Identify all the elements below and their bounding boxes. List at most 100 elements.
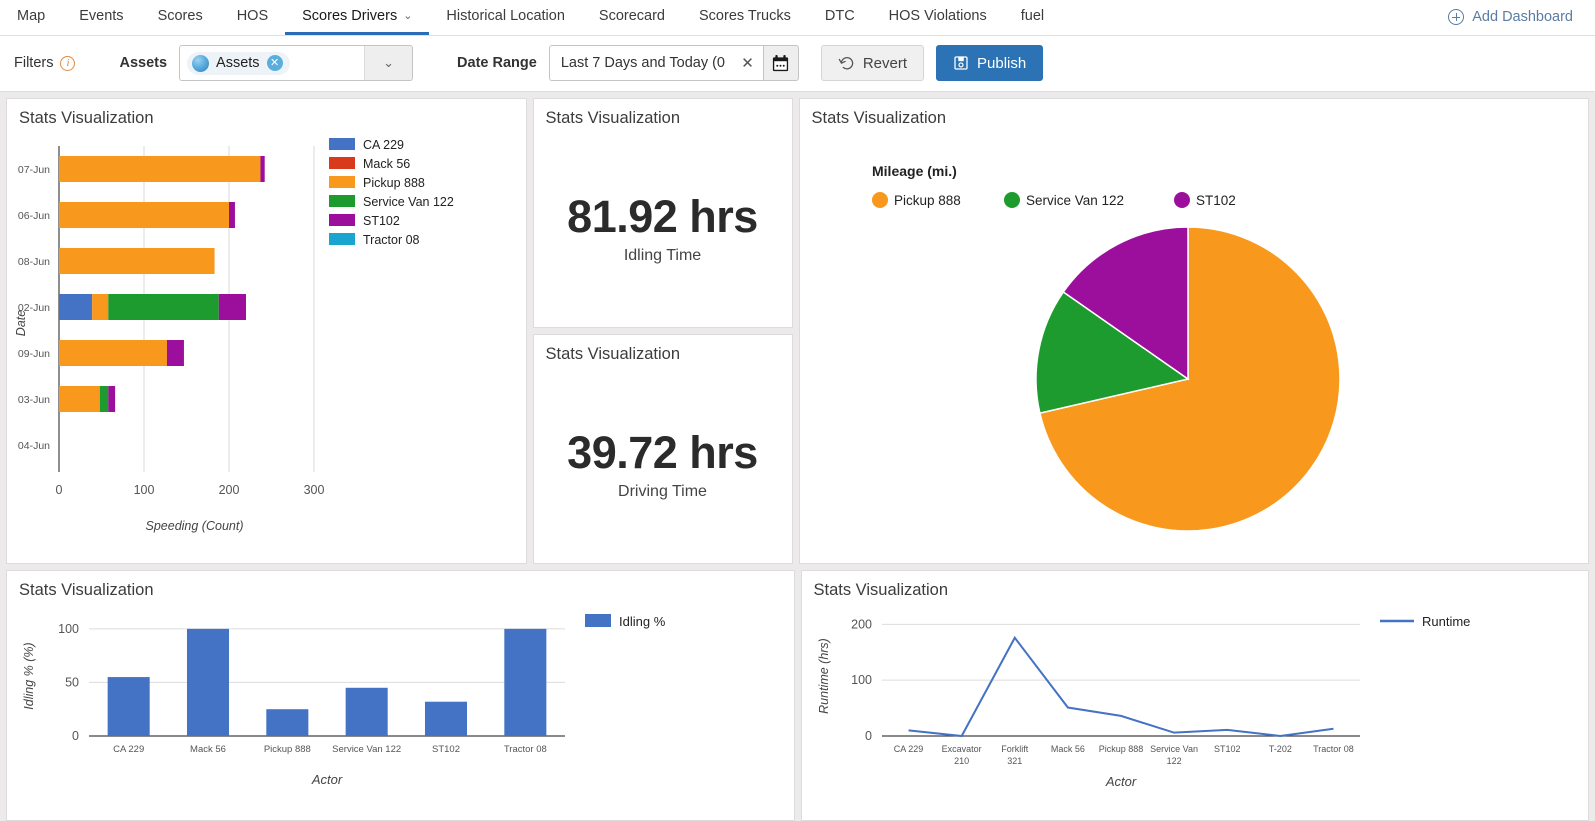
y-tick-label: 200 xyxy=(851,617,872,631)
plus-circle-icon xyxy=(1448,9,1465,26)
nav-tab-scorecard[interactable]: Scorecard xyxy=(582,0,682,35)
filters-label-group: Filters i xyxy=(14,55,76,71)
x-tick-label: Mack 56 xyxy=(1050,744,1084,754)
legend-swatch[interactable] xyxy=(329,176,355,188)
card-title: Stats Visualization xyxy=(19,109,154,127)
x-tick-label: Tractor 08 xyxy=(504,744,547,755)
y-axis-label: Idling % (%) xyxy=(22,642,36,709)
bar-segment[interactable] xyxy=(229,202,235,228)
clear-date-icon[interactable]: ✕ xyxy=(738,54,757,72)
nav-tab-map[interactable]: Map xyxy=(0,0,62,35)
legend-dot[interactable] xyxy=(871,192,888,208)
y-tick-label: 06-Jun xyxy=(18,210,50,222)
bar-segment[interactable] xyxy=(59,294,93,320)
bar[interactable] xyxy=(424,701,468,736)
nav-tab-events[interactable]: Events xyxy=(62,0,140,35)
nav-tab-historical-location[interactable]: Historical Location xyxy=(429,0,581,35)
legend-swatch[interactable] xyxy=(329,214,355,226)
x-tick-label: Forklift xyxy=(1001,744,1028,754)
bar-segment[interactable] xyxy=(260,156,265,182)
calendar-button[interactable] xyxy=(762,45,799,82)
revert-label: Revert xyxy=(862,54,908,72)
bar-segment[interactable] xyxy=(59,156,261,182)
bar-segment[interactable] xyxy=(59,248,215,274)
publish-button[interactable]: Publish xyxy=(936,45,1044,82)
assets-select[interactable]: Assets ✕ ⌄ xyxy=(179,45,414,82)
assets-filter-label: Assets xyxy=(119,55,168,72)
bar-segment[interactable] xyxy=(59,340,167,366)
filter-bar: Filters i Assets Assets ✕ ⌄ Date Range L… xyxy=(0,35,1595,92)
revert-button[interactable]: Revert xyxy=(820,45,925,82)
nav-tab-hos-violations[interactable]: HOS Violations xyxy=(872,0,1004,35)
card-idling-percent: Stats Visualization 0 50 100 CA 229 Mack 56 P… xyxy=(6,570,795,821)
remove-chip-icon[interactable]: ✕ xyxy=(266,55,283,72)
y-tick-label: 0 xyxy=(72,729,79,743)
card-runtime-line: Stats Visualization 0 100 200 CA 229 Excavat… xyxy=(800,570,1589,821)
x-tick-label: ST102 xyxy=(432,744,460,755)
publish-label: Publish xyxy=(977,54,1027,72)
bar-segment[interactable] xyxy=(99,386,109,412)
x-tick-label: Service Van 122 xyxy=(332,744,401,755)
info-icon[interactable]: i xyxy=(60,55,76,71)
date-range-label: Date Range xyxy=(457,55,537,72)
legend-swatch[interactable] xyxy=(585,614,611,627)
card-title: Stats Visualization xyxy=(813,581,949,599)
nav-tab-label: fuel xyxy=(1020,7,1045,24)
driving-time-label: Driving Time xyxy=(618,482,707,500)
pie-legend-title: Mileage (mi.) xyxy=(872,163,957,179)
bar[interactable] xyxy=(107,677,150,736)
legend-label: ST102 xyxy=(363,214,400,228)
legend-label: Service Van 122 xyxy=(1026,193,1124,208)
x-tick-label: 300 xyxy=(304,483,325,497)
legend-swatch[interactable] xyxy=(329,195,355,207)
bar-segment[interactable] xyxy=(166,340,184,366)
x-tick-label: Mack 56 xyxy=(190,744,226,755)
nav-tab-dtc[interactable]: DTC xyxy=(808,0,872,35)
nav-tab-scores-trucks[interactable]: Scores Trucks xyxy=(682,0,808,35)
add-dashboard-button[interactable]: Add Dashboard xyxy=(1448,9,1573,26)
bar-segment[interactable] xyxy=(59,202,229,228)
card-title: Stats Visualization xyxy=(811,109,947,127)
legend-label: Runtime xyxy=(1422,614,1470,629)
y-tick-label: 100 xyxy=(58,622,79,636)
x-tick-label: 200 xyxy=(219,483,240,497)
bar-segment[interactable] xyxy=(92,294,109,320)
legend-swatch[interactable] xyxy=(329,138,355,150)
bar-segment[interactable] xyxy=(59,386,100,412)
bar-segment[interactable] xyxy=(108,294,219,320)
chevron-down-icon[interactable]: ⌄ xyxy=(364,46,413,81)
dashboard-app: Map Events Scores HOS Scores Drivers ⌄ Histori… xyxy=(0,0,1595,821)
nav-tab-fuel[interactable]: fuel xyxy=(1004,0,1061,35)
legend-swatch[interactable] xyxy=(329,157,355,169)
assets-input[interactable]: Assets ✕ xyxy=(180,46,364,80)
line-path[interactable] xyxy=(907,635,1334,738)
y-tick-label: 07-Jun xyxy=(18,164,50,176)
bar-segment[interactable] xyxy=(108,386,116,412)
revert-icon xyxy=(838,56,854,70)
nav-right-actions: Add Dashboard xyxy=(1436,0,1595,35)
bar[interactable] xyxy=(186,628,230,736)
y-tick-label: 03-Jun xyxy=(18,394,50,406)
speeding-bar-chart: 0 100 200 300 07-Jun 06-Jun 08-Jun 02-Jun 09-Jun… xyxy=(7,128,526,562)
legend-dot[interactable] xyxy=(1173,192,1190,208)
chevron-down-icon[interactable]: ⌄ xyxy=(403,11,412,22)
bar-segment[interactable] xyxy=(218,294,246,320)
nav-tab-scores-drivers[interactable]: Scores Drivers ⌄ xyxy=(285,0,430,35)
legend-swatch[interactable] xyxy=(329,233,355,245)
nav-tab-hos[interactable]: HOS xyxy=(220,0,285,35)
legend-dot[interactable] xyxy=(1003,192,1020,208)
bar[interactable] xyxy=(504,628,547,736)
nav-tab-list: Map Events Scores HOS Scores Drivers ⌄ Histori… xyxy=(0,0,1436,35)
x-tick-label: Service Van xyxy=(1150,744,1198,754)
x-axis-label: Speeding (Count) xyxy=(146,519,244,533)
legend-label: Pickup 888 xyxy=(894,193,961,208)
nav-tab-scores[interactable]: Scores xyxy=(141,0,220,35)
date-range-input[interactable]: Last 7 Days and Today (0 ✕ xyxy=(548,45,763,82)
top-navigation: Map Events Scores HOS Scores Drivers ⌄ Histori… xyxy=(0,0,1595,36)
x-tick-label: T-202 xyxy=(1268,744,1291,754)
y-tick-label: 50 xyxy=(65,675,79,689)
globe-icon xyxy=(192,54,210,72)
dashboard-grid: Stats Visualization 0 100 200 300 07-Jun 06-J… xyxy=(0,92,1595,821)
bar[interactable] xyxy=(266,709,309,736)
bar[interactable] xyxy=(345,687,388,736)
